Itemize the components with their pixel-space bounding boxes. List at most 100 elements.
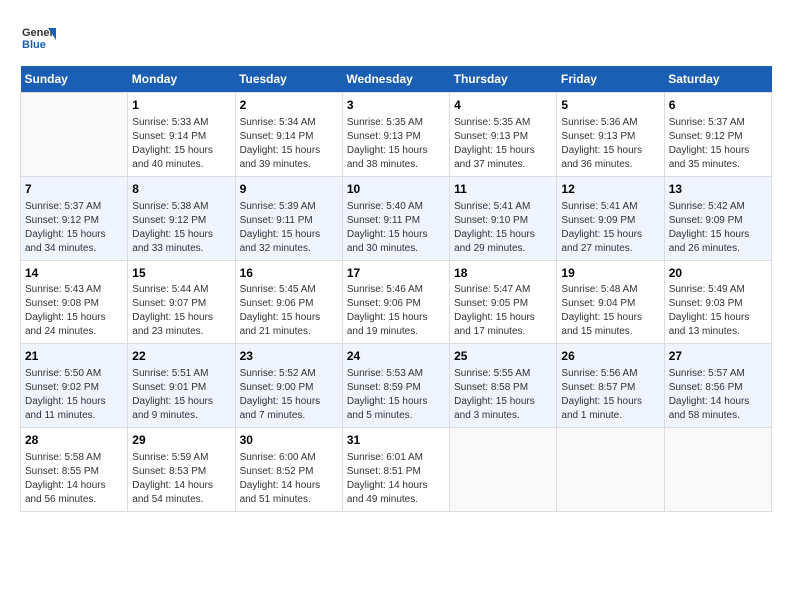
calendar-cell: 4 Sunrise: 5:35 AMSunset: 9:13 PMDaylight… [450,93,557,177]
svg-text:Blue: Blue [22,39,46,51]
week-row-4: 21 Sunrise: 5:50 AMSunset: 9:02 PMDayligh… [21,344,772,428]
cell-content: Sunrise: 5:53 AMSunset: 8:59 PMDaylight:… [347,367,445,423]
day-number: 21 [25,348,123,365]
calendar-cell [450,428,557,512]
cell-content: Sunrise: 5:40 AMSunset: 9:11 PMDaylight:… [347,200,445,256]
week-row-2: 7Sunrise: 5:37 AMSunset: 9:12 PMDaylight… [21,176,772,260]
week-row-1: 1 Sunrise: 5:33 AMSunset: 9:14 PMDaylight… [21,93,772,177]
day-number: 19 [561,265,659,282]
calendar-table: SundayMondayTuesdayWednesdayThursdayFrid… [20,66,772,512]
day-number: 27 [669,348,767,365]
header-cell-sunday: Sunday [21,66,128,93]
day-number: 1 [132,97,230,114]
calendar-cell: 11 Sunrise: 5:41 AMSunset: 9:10 PMDayligh… [450,176,557,260]
header-cell-tuesday: Tuesday [235,66,342,93]
cell-content: Sunrise: 5:59 AMSunset: 8:53 PMDaylight:… [132,451,230,507]
logo-icon: General Blue [20,20,56,56]
day-number: 8 [132,181,230,198]
day-number: 22 [132,348,230,365]
week-row-3: 14Sunrise: 5:43 AMSunset: 9:08 PMDayligh… [21,260,772,344]
calendar-cell [664,428,771,512]
cell-content: Sunrise: 5:39 AMSunset: 9:11 PMDaylight:… [240,200,338,256]
day-number: 18 [454,265,552,282]
calendar-cell: 21 Sunrise: 5:50 AMSunset: 9:02 PMDayligh… [21,344,128,428]
calendar-cell: 27 Sunrise: 5:57 AMSunset: 8:56 PMDayligh… [664,344,771,428]
calendar-cell: 18Sunrise: 5:47 AMSunset: 9:05 PMDayligh… [450,260,557,344]
day-number: 20 [669,265,767,282]
cell-content: Sunrise: 5:44 AMSunset: 9:07 PMDaylight:… [132,283,230,339]
calendar-cell: 26Sunrise: 5:56 AMSunset: 8:57 PMDayligh… [557,344,664,428]
day-number: 11 [454,181,552,198]
calendar-cell [557,428,664,512]
cell-content: Sunrise: 5:37 AMSunset: 9:12 PMDaylight:… [669,116,767,172]
cell-content: Sunrise: 5:50 AMSunset: 9:02 PMDaylight:… [25,367,123,423]
cell-content: Sunrise: 5:48 AMSunset: 9:04 PMDaylight:… [561,283,659,339]
calendar-cell: 6 Sunrise: 5:37 AMSunset: 9:12 PMDaylight… [664,93,771,177]
calendar-cell: 7Sunrise: 5:37 AMSunset: 9:12 PMDaylight… [21,176,128,260]
header-cell-wednesday: Wednesday [342,66,449,93]
calendar-cell: 16Sunrise: 5:45 AMSunset: 9:06 PMDayligh… [235,260,342,344]
cell-content: Sunrise: 5:41 AMSunset: 9:09 PMDaylight:… [561,200,659,256]
cell-content: Sunrise: 6:01 AMSunset: 8:51 PMDaylight:… [347,451,445,507]
day-number: 9 [240,181,338,198]
calendar-cell: 14Sunrise: 5:43 AMSunset: 9:08 PMDayligh… [21,260,128,344]
cell-content: Sunrise: 5:49 AMSunset: 9:03 PMDaylight:… [669,283,767,339]
day-number: 4 [454,97,552,114]
calendar-cell: 10 Sunrise: 5:40 AMSunset: 9:11 PMDayligh… [342,176,449,260]
cell-content: Sunrise: 5:33 AMSunset: 9:14 PMDaylight:… [132,116,230,172]
day-number: 23 [240,348,338,365]
page-header: General Blue [20,20,772,56]
day-number: 24 [347,348,445,365]
cell-content: Sunrise: 5:57 AMSunset: 8:56 PMDaylight:… [669,367,767,423]
logo: General Blue [20,20,60,56]
day-number: 10 [347,181,445,198]
calendar-cell: 2Sunrise: 5:34 AMSunset: 9:14 PMDaylight… [235,93,342,177]
cell-content: Sunrise: 5:58 AMSunset: 8:55 PMDaylight:… [25,451,123,507]
day-number: 3 [347,97,445,114]
calendar-cell: 17Sunrise: 5:46 AMSunset: 9:06 PMDayligh… [342,260,449,344]
calendar-header: SundayMondayTuesdayWednesdayThursdayFrid… [21,66,772,93]
cell-content: Sunrise: 5:43 AMSunset: 9:08 PMDaylight:… [25,283,123,339]
calendar-cell: 28Sunrise: 5:58 AMSunset: 8:55 PMDayligh… [21,428,128,512]
header-row: SundayMondayTuesdayWednesdayThursdayFrid… [21,66,772,93]
week-row-5: 28Sunrise: 5:58 AMSunset: 8:55 PMDayligh… [21,428,772,512]
calendar-body: 1 Sunrise: 5:33 AMSunset: 9:14 PMDaylight… [21,93,772,512]
calendar-cell: 19Sunrise: 5:48 AMSunset: 9:04 PMDayligh… [557,260,664,344]
cell-content: Sunrise: 5:41 AMSunset: 9:10 PMDaylight:… [454,200,552,256]
calendar-cell: 24 Sunrise: 5:53 AMSunset: 8:59 PMDayligh… [342,344,449,428]
calendar-cell: 20Sunrise: 5:49 AMSunset: 9:03 PMDayligh… [664,260,771,344]
cell-content: Sunrise: 6:00 AMSunset: 8:52 PMDaylight:… [240,451,338,507]
calendar-cell: 23 Sunrise: 5:52 AMSunset: 9:00 PMDayligh… [235,344,342,428]
cell-content: Sunrise: 5:42 AMSunset: 9:09 PMDaylight:… [669,200,767,256]
calendar-cell: 13Sunrise: 5:42 AMSunset: 9:09 PMDayligh… [664,176,771,260]
calendar-cell: 5 Sunrise: 5:36 AMSunset: 9:13 PMDaylight… [557,93,664,177]
cell-content: Sunrise: 5:52 AMSunset: 9:00 PMDaylight:… [240,367,338,423]
day-number: 12 [561,181,659,198]
calendar-cell: 22 Sunrise: 5:51 AMSunset: 9:01 PMDayligh… [128,344,235,428]
day-number: 14 [25,265,123,282]
day-number: 2 [240,97,338,114]
calendar-cell: 31Sunrise: 6:01 AMSunset: 8:51 PMDayligh… [342,428,449,512]
calendar-cell: 8 Sunrise: 5:38 AMSunset: 9:12 PMDaylight… [128,176,235,260]
calendar-cell: 25Sunrise: 5:55 AMSunset: 8:58 PMDayligh… [450,344,557,428]
calendar-cell [21,93,128,177]
cell-content: Sunrise: 5:38 AMSunset: 9:12 PMDaylight:… [132,200,230,256]
calendar-cell: 15Sunrise: 5:44 AMSunset: 9:07 PMDayligh… [128,260,235,344]
header-cell-saturday: Saturday [664,66,771,93]
day-number: 25 [454,348,552,365]
day-number: 29 [132,432,230,449]
calendar-cell: 12 Sunrise: 5:41 AMSunset: 9:09 PMDayligh… [557,176,664,260]
day-number: 17 [347,265,445,282]
cell-content: Sunrise: 5:36 AMSunset: 9:13 PMDaylight:… [561,116,659,172]
day-number: 30 [240,432,338,449]
day-number: 16 [240,265,338,282]
cell-content: Sunrise: 5:56 AMSunset: 8:57 PMDaylight:… [561,367,659,423]
calendar-cell: 29 Sunrise: 5:59 AMSunset: 8:53 PMDayligh… [128,428,235,512]
cell-content: Sunrise: 5:51 AMSunset: 9:01 PMDaylight:… [132,367,230,423]
calendar-cell: 3Sunrise: 5:35 AMSunset: 9:13 PMDaylight… [342,93,449,177]
cell-content: Sunrise: 5:35 AMSunset: 9:13 PMDaylight:… [454,116,552,172]
calendar-cell: 30 Sunrise: 6:00 AMSunset: 8:52 PMDayligh… [235,428,342,512]
day-number: 5 [561,97,659,114]
day-number: 6 [669,97,767,114]
calendar-cell: 9 Sunrise: 5:39 AMSunset: 9:11 PMDaylight… [235,176,342,260]
